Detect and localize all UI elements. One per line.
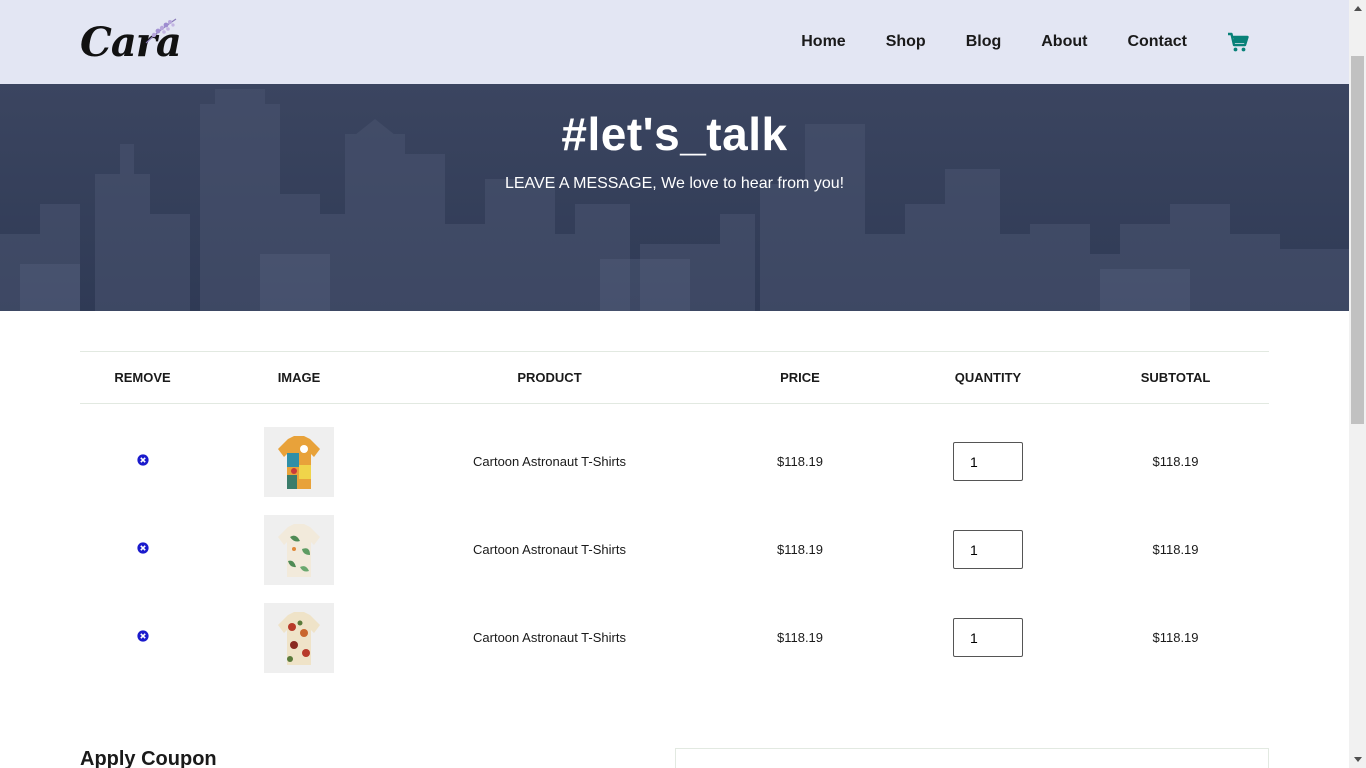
scrollbar-thumb[interactable] — [1351, 56, 1364, 424]
product-subtotal: $118.19 — [1152, 542, 1199, 557]
quantity-input[interactable] — [953, 618, 1023, 657]
product-subtotal: $118.19 — [1152, 454, 1199, 470]
hero-banner: #let's_talk LEAVE A MESSAGE, We love to … — [0, 84, 1349, 311]
product-name: Cartoon Astronaut T-Shirts — [473, 454, 626, 470]
cart-header-row: Remove Image Product Price Quantity Subt… — [80, 351, 1269, 404]
product-image[interactable] — [264, 426, 334, 497]
column-header-remove: Remove — [114, 370, 171, 385]
product-price: $118.19 — [776, 630, 824, 645]
hero-title: #let's_talk — [561, 108, 788, 160]
column-header-subtotal: Subtotal — [1140, 370, 1211, 385]
table-row: Cartoon Astronaut T-Shirts $118.19 $118.… — [80, 404, 1269, 506]
page: Cara Home Shop Blog About Contact #let's… — [0, 0, 1349, 768]
column-header-image: Image — [277, 370, 321, 385]
product-image[interactable] — [264, 514, 334, 585]
remove-circle-icon[interactable] — [136, 542, 149, 554]
column-header-product: Product — [517, 370, 582, 385]
column-header-price: Price — [780, 370, 820, 385]
product-price: $118.19 — [776, 454, 824, 470]
quantity-input[interactable] — [953, 442, 1023, 482]
logo[interactable]: Cara — [80, 18, 182, 66]
quantity-input[interactable] — [953, 530, 1023, 569]
cart-table: Remove Image Product Price Quantity Subt… — [80, 351, 1269, 682]
cart-total-box — [675, 748, 1269, 768]
nav-home[interactable]: Home — [801, 33, 845, 51]
remove-circle-icon[interactable] — [136, 454, 149, 466]
nav-contact[interactable]: Contact — [1127, 33, 1187, 51]
site-header: Cara Home Shop Blog About Contact — [0, 0, 1349, 84]
column-header-quantity: Quantity — [954, 370, 1022, 385]
nav-blog[interactable]: Blog — [966, 33, 1002, 51]
product-image[interactable] — [264, 602, 334, 673]
remove-circle-icon[interactable] — [136, 630, 149, 642]
product-name: Cartoon Astronaut T-Shirts — [473, 542, 626, 557]
table-row: Cartoon Astronaut T-Shirts $118.19 $118.… — [80, 506, 1269, 594]
scroll-up-arrow-icon[interactable] — [1349, 0, 1366, 17]
hero-subtitle: LEAVE A MESSAGE, We love to hear from yo… — [504, 175, 845, 192]
lavender-sprig-icon — [145, 18, 177, 43]
coupon-title: Apply Coupon — [80, 748, 217, 768]
shopping-cart-icon[interactable] — [1227, 31, 1249, 53]
nav-about[interactable]: About — [1041, 33, 1087, 51]
main-nav: Home Shop Blog About Contact — [801, 31, 1269, 53]
scroll-down-arrow-icon[interactable] — [1349, 751, 1366, 768]
product-name: Cartoon Astronaut T-Shirts — [473, 630, 626, 645]
vertical-scrollbar[interactable] — [1349, 0, 1366, 768]
nav-shop[interactable]: Shop — [886, 33, 926, 51]
product-subtotal: $118.19 — [1152, 630, 1199, 645]
cart-section: Remove Image Product Price Quantity Subt… — [0, 311, 1349, 682]
table-row: Cartoon Astronaut T-Shirts $118.19 $118.… — [80, 594, 1269, 682]
product-price: $118.19 — [776, 542, 824, 557]
